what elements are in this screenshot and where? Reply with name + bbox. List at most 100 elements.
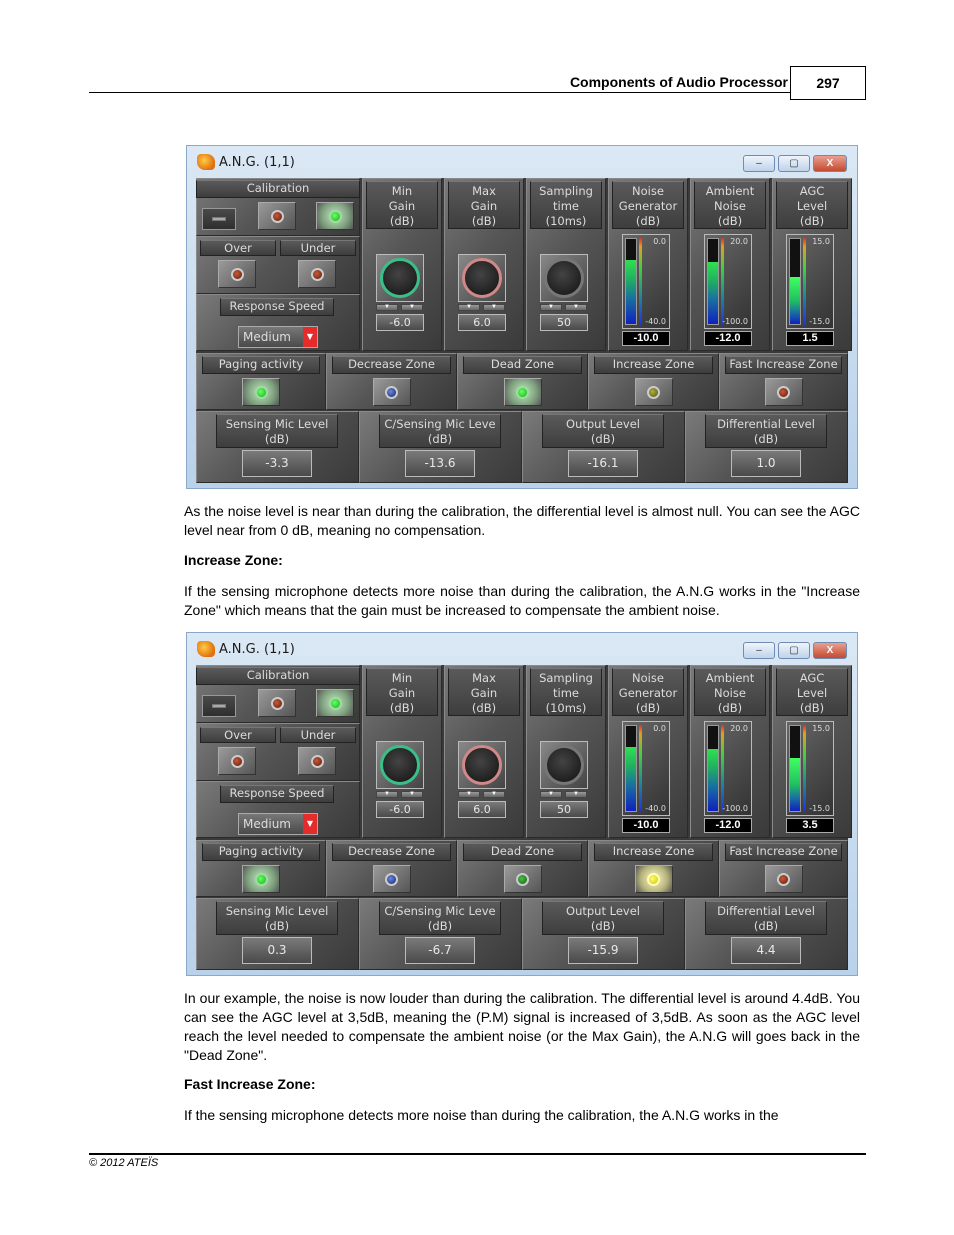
chevron-down-icon[interactable]: ▼ [303, 814, 317, 834]
meter-min-label: -100.0 [722, 804, 748, 813]
sampling-time-value[interactable]: 50 [540, 314, 588, 331]
calibration-start-button[interactable] [258, 202, 296, 230]
zone-label: Paging activity [202, 843, 320, 861]
max-gain-knob[interactable] [458, 254, 506, 302]
level-label-line: (dB) [264, 432, 290, 446]
zone-led [372, 378, 411, 406]
over-led [218, 260, 256, 288]
sampling-time-label-line: time [553, 199, 579, 213]
decrement-arrow-icon[interactable]: ▼ [458, 791, 480, 798]
max-gain-value[interactable]: 6.0 [458, 314, 506, 331]
ambient-noise-label-line: (dB) [717, 214, 743, 228]
maximize-button[interactable]: ▢ [778, 642, 810, 659]
zone-led [764, 865, 803, 893]
max-gain-label: Max Gain (dB) [448, 668, 520, 716]
increment-arrow-icon[interactable]: ▼ [565, 304, 587, 311]
level-value: -6.7 [405, 937, 475, 964]
level-label-line: Differential Level [717, 417, 815, 431]
response-speed-select[interactable]: Medium ▼ [238, 813, 318, 835]
sampling-time-knob[interactable] [540, 741, 588, 789]
response-speed-label: Response Speed [220, 785, 334, 803]
response-speed-select[interactable]: Medium ▼ [238, 326, 318, 348]
agc-level-label-line: (dB) [799, 701, 825, 715]
noise-generator-label: Noise Generator (dB) [612, 181, 684, 229]
meter-fill [790, 277, 800, 324]
increment-arrow-icon[interactable]: ▼ [401, 791, 423, 798]
agc-level-label-line: (dB) [799, 214, 825, 228]
close-button[interactable]: X [813, 642, 847, 659]
under-led [298, 260, 336, 288]
max-gain-value[interactable]: 6.0 [458, 801, 506, 818]
minimize-button[interactable]: – [743, 155, 775, 172]
knob-icon [380, 258, 420, 298]
meter-min-label: -40.0 [645, 317, 666, 326]
zone-led [503, 865, 542, 893]
response-speed-label: Response Speed [220, 298, 334, 316]
sampling-time-knob[interactable] [540, 254, 588, 302]
meter-scale [721, 238, 724, 325]
meter-bar [789, 725, 801, 812]
sampling-time-value[interactable]: 50 [540, 801, 588, 818]
level-value: 0.3 [242, 937, 312, 964]
meter-scale [803, 238, 806, 325]
decrement-arrow-icon[interactable]: ▼ [376, 304, 398, 311]
min-gain-value[interactable]: -6.0 [376, 314, 424, 331]
increment-arrow-icon[interactable]: ▼ [401, 304, 423, 311]
max-gain-knob[interactable] [458, 741, 506, 789]
paragraph-3: In our example, the noise is now louder … [184, 990, 860, 1063]
over-led [218, 747, 256, 775]
min-gain-knob[interactable] [376, 741, 424, 789]
meter-fill [626, 260, 636, 324]
noise-generator-label-line: Noise [632, 184, 664, 198]
calibration-reset-button[interactable] [202, 695, 236, 717]
heading-fast-increase-zone: Fast Increase Zone: [184, 1076, 316, 1092]
zone-label: Decrease Zone [332, 843, 451, 861]
led-red-icon [310, 754, 324, 768]
over-label: Over [200, 727, 276, 743]
level-label: C/Sensing Mic Leve (dB) [379, 414, 501, 448]
min-gain-label-line: Gain [388, 686, 416, 700]
level-label-line: C/Sensing Mic Leve [384, 904, 496, 918]
close-button[interactable]: X [813, 155, 847, 172]
maximize-button[interactable]: ▢ [778, 155, 810, 172]
decrement-arrow-icon[interactable]: ▼ [540, 304, 562, 311]
chevron-down-icon[interactable]: ▼ [303, 327, 317, 347]
max-gain-label-line: (dB) [471, 701, 497, 715]
increment-arrow-icon[interactable]: ▼ [565, 791, 587, 798]
noise-generator-label-line: (dB) [635, 701, 661, 715]
calibration-led-icon [270, 696, 284, 710]
minimize-button[interactable]: – [743, 642, 775, 659]
zone-led [764, 378, 803, 406]
window-controls: – ▢ X [743, 642, 847, 659]
decrement-arrow-icon[interactable]: ▼ [376, 791, 398, 798]
calibration-led-icon [270, 209, 284, 223]
level-label-line: (dB) [590, 432, 616, 446]
header-rule [89, 92, 791, 93]
sampling-time-label: Sampling time (10ms) [530, 181, 602, 229]
min-gain-knob[interactable] [376, 254, 424, 302]
window-title-bar[interactable]: A.N.G. (1,1) [197, 639, 295, 659]
level-label: Output Level (dB) [542, 901, 664, 935]
level-value: -3.3 [242, 450, 312, 477]
calibration-reset-button[interactable] [202, 208, 236, 230]
meter-bar [625, 238, 637, 325]
meter-min-label: -15.0 [809, 317, 830, 326]
level-label-line: Output Level [566, 417, 640, 431]
max-gain-label-line: Gain [470, 686, 498, 700]
knob-icon [544, 258, 584, 298]
meter-bar [789, 238, 801, 325]
noise-generator-meter: 0.0 -40.0 [622, 721, 670, 816]
increment-arrow-icon[interactable]: ▼ [483, 791, 505, 798]
min-gain-value[interactable]: -6.0 [376, 801, 424, 818]
sampling-time-label-line: Sampling [539, 184, 593, 198]
meter-scale [803, 725, 806, 812]
window-title-bar[interactable]: A.N.G. (1,1) [197, 152, 295, 172]
meter-bar [707, 238, 719, 325]
decrement-arrow-icon[interactable]: ▼ [458, 304, 480, 311]
agc-level-label-line: AGC [799, 671, 825, 685]
level-label: Differential Level (dB) [705, 901, 827, 935]
calibration-start-button[interactable] [258, 689, 296, 717]
increment-arrow-icon[interactable]: ▼ [483, 304, 505, 311]
decrement-arrow-icon[interactable]: ▼ [540, 791, 562, 798]
meter-fill [790, 758, 800, 811]
